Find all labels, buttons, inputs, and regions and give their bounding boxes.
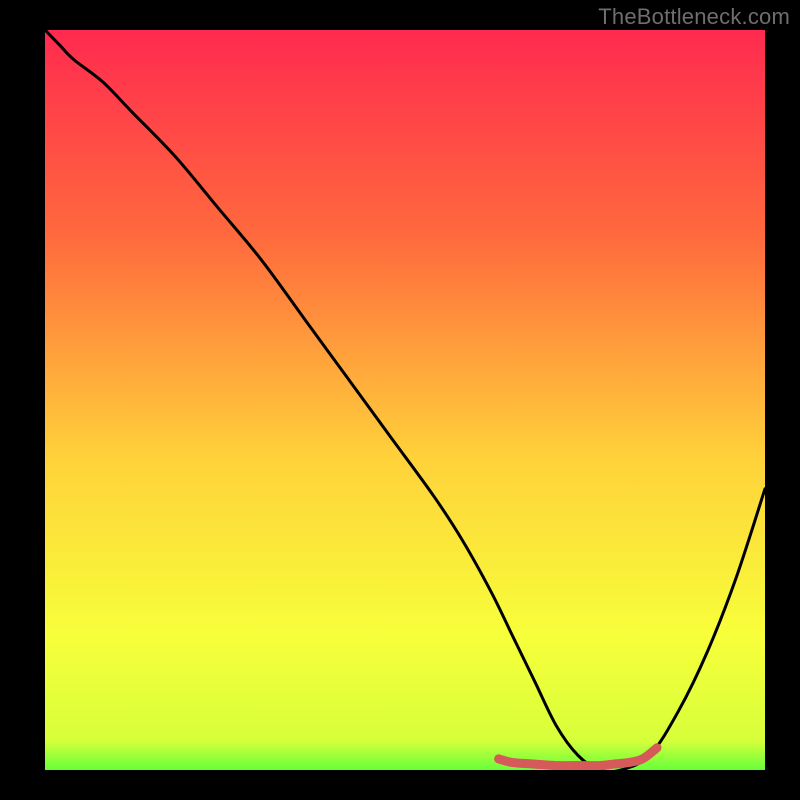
chart-svg bbox=[45, 30, 765, 770]
gradient-background bbox=[45, 30, 765, 770]
watermark-text: TheBottleneck.com bbox=[598, 4, 790, 30]
chart-frame: TheBottleneck.com bbox=[0, 0, 800, 800]
plot-area bbox=[45, 30, 765, 770]
